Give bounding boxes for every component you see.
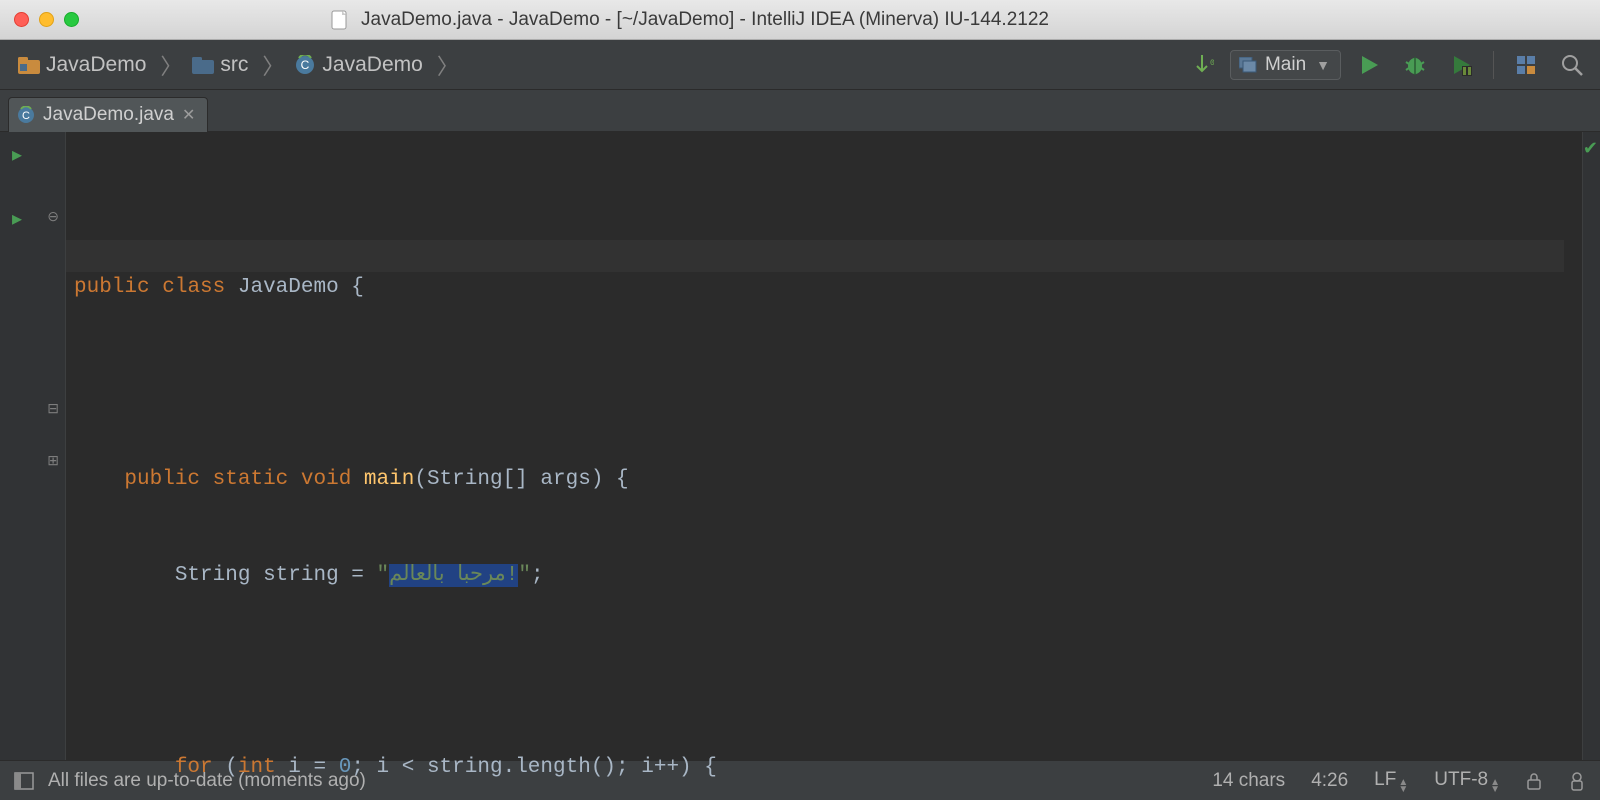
window-title: JavaDemo.java - JavaDemo - [~/JavaDemo] … bbox=[361, 9, 1049, 31]
java-class-icon: C bbox=[17, 106, 35, 124]
error-stripe[interactable]: ✔ bbox=[1582, 132, 1600, 760]
run-config-label: Main bbox=[1265, 54, 1306, 76]
fold-expand-icon[interactable]: ⊞ bbox=[47, 452, 59, 469]
tool-window-layout-icon[interactable] bbox=[14, 772, 34, 790]
minimize-window-button[interactable] bbox=[39, 12, 54, 27]
project-structure-button[interactable] bbox=[1508, 47, 1544, 83]
debug-button[interactable] bbox=[1397, 47, 1433, 83]
breadcrumb-label: src bbox=[220, 53, 248, 77]
folder-icon bbox=[192, 54, 214, 76]
breadcrumb-src[interactable]: src bbox=[188, 49, 256, 81]
run-button[interactable] bbox=[1351, 47, 1387, 83]
chevron-right-icon: 〉 bbox=[262, 49, 284, 81]
chevron-down-icon: ▼ bbox=[1316, 57, 1330, 73]
separator bbox=[1493, 51, 1494, 79]
editor-tabs: C JavaDemo.java ✕ bbox=[0, 90, 1600, 132]
svg-text:C: C bbox=[22, 110, 30, 122]
navigation-bar: JavaDemo 〉 src 〉 C JavaDemo 〉 01 Main ▼ bbox=[0, 40, 1600, 90]
fold-end-icon[interactable]: ⊟ bbox=[47, 400, 59, 417]
title-bar: JavaDemo.java - JavaDemo - [~/JavaDemo] … bbox=[0, 0, 1600, 40]
file-icon bbox=[331, 10, 349, 30]
breadcrumb-class[interactable]: C JavaDemo bbox=[290, 49, 430, 81]
code-area[interactable]: public class JavaDemo { public static vo… bbox=[66, 132, 1582, 760]
current-line-highlight bbox=[66, 240, 1564, 272]
tab-javademo[interactable]: C JavaDemo.java ✕ bbox=[8, 97, 208, 132]
build-project-button[interactable]: 01 bbox=[1184, 47, 1220, 83]
run-line-marker-icon[interactable]: ▸ bbox=[12, 142, 22, 167]
close-window-button[interactable] bbox=[14, 12, 29, 27]
run-line-marker-icon[interactable]: ▸ bbox=[12, 206, 22, 231]
chevron-right-icon: 〉 bbox=[437, 49, 459, 81]
fold-toggle-icon[interactable]: ⊖ bbox=[47, 208, 59, 225]
project-folder-icon bbox=[18, 54, 40, 76]
search-everywhere-button[interactable] bbox=[1554, 47, 1590, 83]
zoom-window-button[interactable] bbox=[64, 12, 79, 27]
coverage-button[interactable] bbox=[1443, 47, 1479, 83]
window-controls bbox=[14, 12, 79, 27]
close-tab-button[interactable]: ✕ bbox=[182, 105, 195, 125]
run-config-selector[interactable]: Main ▼ bbox=[1230, 50, 1341, 80]
editor: ▸ ▸ ⊖ ⊟ ⊞ public class JavaDemo { public… bbox=[0, 132, 1600, 760]
run-config-icon bbox=[1239, 57, 1257, 73]
inspection-ok-icon: ✔ bbox=[1583, 138, 1598, 159]
breadcrumb-project[interactable]: JavaDemo bbox=[14, 49, 154, 81]
gutter[interactable]: ▸ ▸ ⊖ ⊟ ⊞ bbox=[0, 132, 66, 760]
tab-label: JavaDemo.java bbox=[43, 104, 174, 126]
chevron-right-icon: 〉 bbox=[160, 49, 182, 81]
svg-text:C: C bbox=[301, 58, 310, 72]
breadcrumb-label: JavaDemo bbox=[46, 53, 146, 77]
breadcrumb-label: JavaDemo bbox=[322, 53, 422, 77]
java-class-icon: C bbox=[294, 54, 316, 76]
toolbar-right: 01 Main ▼ bbox=[1184, 47, 1590, 83]
svg-text:01: 01 bbox=[1210, 59, 1214, 68]
breadcrumb: JavaDemo 〉 src 〉 C JavaDemo 〉 bbox=[14, 49, 459, 81]
